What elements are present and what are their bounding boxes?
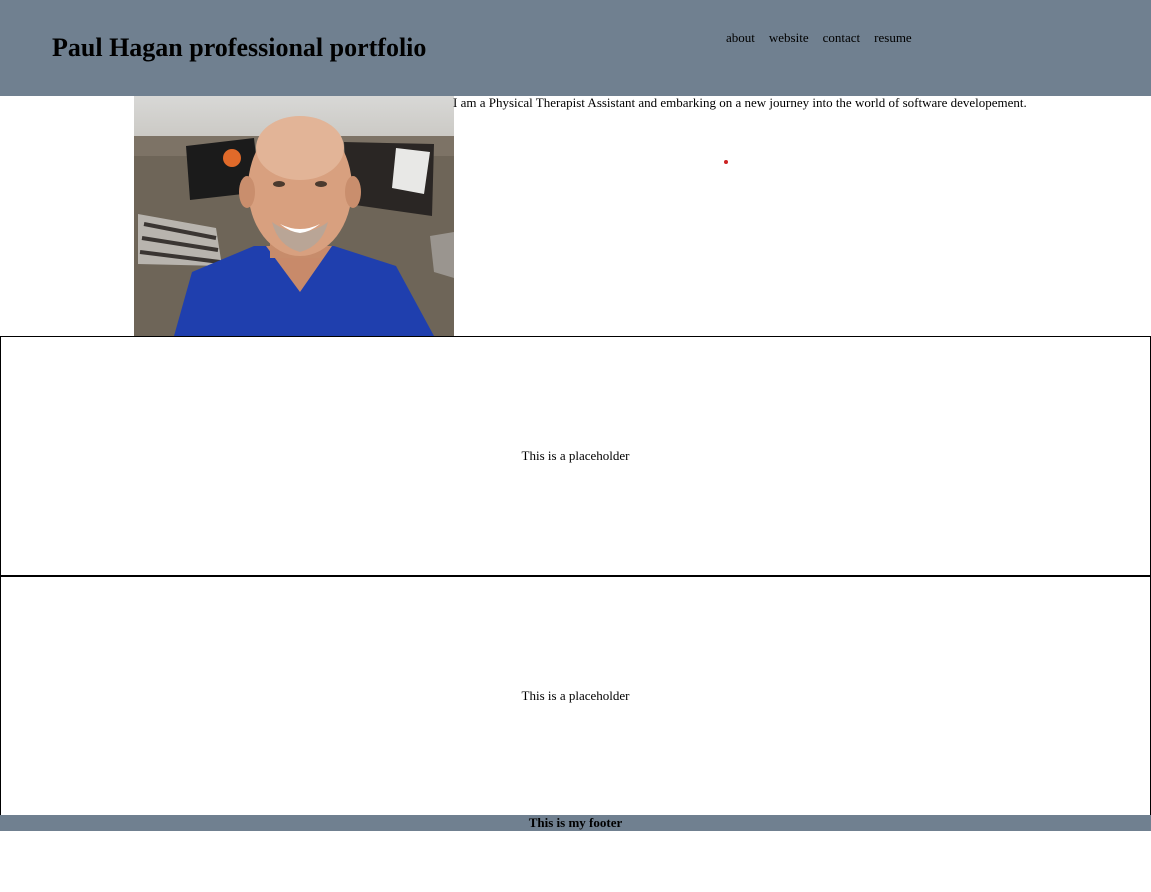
placeholder-section-1: This is a placeholder: [0, 336, 1151, 576]
nav-link-contact[interactable]: contact: [823, 30, 861, 46]
nav-link-resume[interactable]: resume: [874, 30, 912, 46]
nav-link-website[interactable]: website: [769, 30, 809, 46]
profile-photo: [134, 96, 454, 336]
red-dot: [724, 160, 728, 164]
placeholder-section-2: This is a placeholder: [0, 576, 1151, 816]
placeholder-text: This is a placeholder: [521, 688, 630, 703]
site-header: Paul Hagan professional portfolio about …: [0, 0, 1151, 96]
profile-photo-illustration: [134, 116, 454, 336]
site-title: Paul Hagan professional portfolio: [52, 33, 427, 62]
placeholder-text: This is a placeholder: [521, 448, 630, 463]
nav-link-about[interactable]: about: [726, 30, 755, 46]
bio-text: I am a Physical Therapist Assistant and …: [453, 95, 1027, 110]
site-footer: This is my footer: [0, 815, 1151, 831]
about-section: I am a Physical Therapist Assistant and …: [134, 96, 1151, 336]
footer-text: This is my footer: [528, 815, 623, 830]
main-nav: about website contact resume: [726, 30, 926, 46]
